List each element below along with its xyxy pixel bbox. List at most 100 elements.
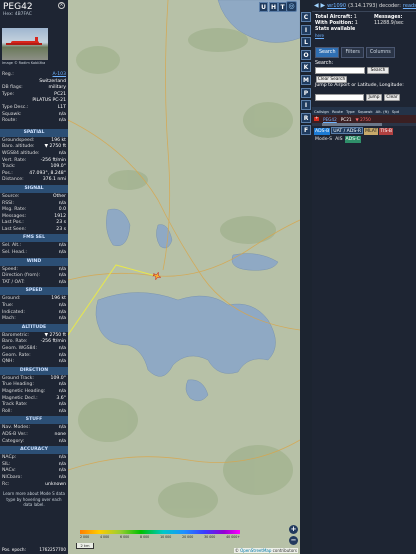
toggle-button-f-9[interactable]: F xyxy=(301,125,311,136)
altitude-tick: 8 000 xyxy=(140,535,150,539)
detail-key: Direction (from): xyxy=(2,273,41,279)
detail-key: Sel. Head.: xyxy=(2,250,27,256)
stats-block: Total Aircraft: 1 With Position: 1 Stats… xyxy=(312,12,416,48)
map-attribution: © OpenStreetMap contributors xyxy=(233,548,298,553)
swiss-flag-icon xyxy=(314,115,319,121)
detail-row: NICbaro: n/a xyxy=(2,475,66,482)
detail-row: WGS84 altitude: n/a xyxy=(2,151,66,158)
toggle-button-p-6[interactable]: P xyxy=(301,87,311,98)
nav-arrows-icon[interactable]: ◀ ▶ xyxy=(314,2,325,9)
detail-value: ▼ 2750 ft xyxy=(44,144,66,150)
column-header[interactable]: Type xyxy=(346,109,355,114)
osm-link[interactable]: OpenStreetMap xyxy=(240,548,271,553)
map-canvas[interactable] xyxy=(68,0,300,554)
detail-row[interactable]: Reg.: A-103 xyxy=(2,72,66,79)
altitude-color-bar xyxy=(80,530,240,534)
toggle-button-i-7[interactable]: I xyxy=(301,100,311,111)
detail-row: Msg. Rate: 0.0 xyxy=(2,207,66,214)
detail-value: n/a xyxy=(58,250,66,256)
detail-key: Geom. WGS84: xyxy=(2,346,38,351)
detail-row: Magnetic Heading: n/a xyxy=(2,389,66,396)
hex-value: 4B7FAC xyxy=(14,12,32,17)
row-type: PC21 xyxy=(340,116,352,122)
decoder-link[interactable]: readsb xyxy=(403,3,416,9)
aircraft-photo[interactable] xyxy=(2,28,48,60)
search-label: Search: xyxy=(315,61,334,66)
tab-filters[interactable]: Filters xyxy=(341,47,364,58)
detail-key: Magnetic Heading: xyxy=(2,388,46,394)
detail-row: Route: n/a xyxy=(2,118,66,125)
altitude-tick: 30 000 xyxy=(204,535,216,539)
table-row[interactable]: PEG42 PC21 ▼ 2750 xyxy=(312,115,416,123)
detail-key: Last Pos.: xyxy=(2,220,24,226)
detail-value: PILATUS PC-21 xyxy=(32,98,66,104)
detail-value: n/a xyxy=(58,455,66,461)
detail-value: n/a xyxy=(58,382,66,388)
column-header[interactable]: Alt. (ft) xyxy=(376,109,389,114)
panel-header: PEG42 Hex: 4B7FAC × xyxy=(0,0,68,20)
aircraft-hex: Hex: 4B7FAC xyxy=(3,12,65,17)
map-button-u[interactable]: U xyxy=(259,2,268,12)
column-header[interactable]: Spd xyxy=(392,109,399,114)
row-callsign[interactable]: PEG42 xyxy=(323,117,337,122)
column-header[interactable]: Callsign xyxy=(314,109,329,114)
zoom-in-button[interactable]: + xyxy=(289,525,298,534)
total-aircraft-value: 1 xyxy=(353,15,357,20)
clear-search-button[interactable]: Clear Search xyxy=(316,76,347,83)
epoch-label: Pos. epoch: xyxy=(2,547,26,552)
altitude-ticks: 2 000 4 000 6 000 8 000 10 000 20 000 30 000 40… xyxy=(80,535,240,539)
toggle-button-c-0[interactable]: C xyxy=(301,12,311,22)
detail-row: PILATUS PC-21 xyxy=(2,98,66,105)
detail-key: NACv: xyxy=(2,468,16,474)
table-header: Callsign Route Type Squawk Alt. (ft) Spd xyxy=(312,107,416,115)
detail-row: True Heading: n/a xyxy=(2,382,66,389)
section-header-direction: DIRECTION xyxy=(0,366,68,375)
version-link[interactable]: wr1090 xyxy=(327,3,346,9)
detail-row: Last Pos.: 23 s xyxy=(2,220,66,227)
clear-button[interactable]: Clear xyxy=(384,94,400,101)
detail-key: Track Rate: xyxy=(2,402,28,408)
map-view[interactable]: U H T ◎ + − 2 000 4 000 6 000 8 000 10 000 20… xyxy=(68,0,300,554)
jump-button[interactable]: Jump xyxy=(366,94,382,101)
detail-value: n/a xyxy=(58,402,66,408)
detail-key: Type Desc.: xyxy=(2,104,29,110)
section-header-fms-sel: FMS SEL xyxy=(0,234,68,243)
detail-key: NICbaro: xyxy=(2,474,22,480)
detail-key: Msg. Rate: xyxy=(2,207,27,213)
stats-label: Stats available xyxy=(315,27,356,32)
toggle-button-k-4[interactable]: K xyxy=(301,62,311,73)
photo-credit: Image © Radim Koblížka xyxy=(2,61,46,65)
search-button[interactable]: Search xyxy=(367,67,389,74)
toggle-button-m-5[interactable]: M xyxy=(301,75,311,85)
detail-key: Distance: xyxy=(2,177,24,183)
toggle-button-l-2[interactable]: L xyxy=(301,37,311,48)
search-input[interactable] xyxy=(315,67,365,74)
detail-row: TAT / OAT: n/a xyxy=(2,280,66,287)
zoom-out-button[interactable]: − xyxy=(289,536,298,545)
detail-value[interactable]: A-103 xyxy=(53,72,66,79)
layers-icon[interactable]: ◎ xyxy=(286,1,297,12)
jump-input[interactable] xyxy=(315,94,364,101)
toggle-button-o-3[interactable]: O xyxy=(301,49,311,60)
toggle-button-i-1[interactable]: I xyxy=(301,24,311,35)
detail-key: TAT / OAT: xyxy=(2,279,25,285)
column-header[interactable]: Squawk xyxy=(358,109,373,114)
detail-key: Baro. altitude: xyxy=(2,144,35,150)
close-icon[interactable]: × xyxy=(58,2,65,9)
stats-link[interactable]: here xyxy=(315,33,358,39)
detail-value: 23 s xyxy=(56,220,66,226)
section-header-wind: WIND xyxy=(0,257,68,266)
tab-search[interactable]: Search xyxy=(315,47,340,58)
detail-row: Track Rate: n/a xyxy=(2,402,66,409)
source-chip: UAT / ADS-R xyxy=(331,127,364,134)
detail-key: Source: xyxy=(2,193,20,199)
column-header[interactable]: Route xyxy=(332,109,343,114)
detail-value: n/a xyxy=(58,474,66,480)
detail-key: Last Seen: xyxy=(2,226,27,232)
detail-value: n/a xyxy=(58,346,66,351)
tab-columns[interactable]: Columns xyxy=(365,47,395,58)
attribution-suffix: contributors xyxy=(272,548,297,553)
map-button-h[interactable]: H xyxy=(269,2,278,12)
detail-row: Nav. Modes: n/a xyxy=(2,425,66,432)
toggle-button-r-8[interactable]: R xyxy=(301,112,311,123)
